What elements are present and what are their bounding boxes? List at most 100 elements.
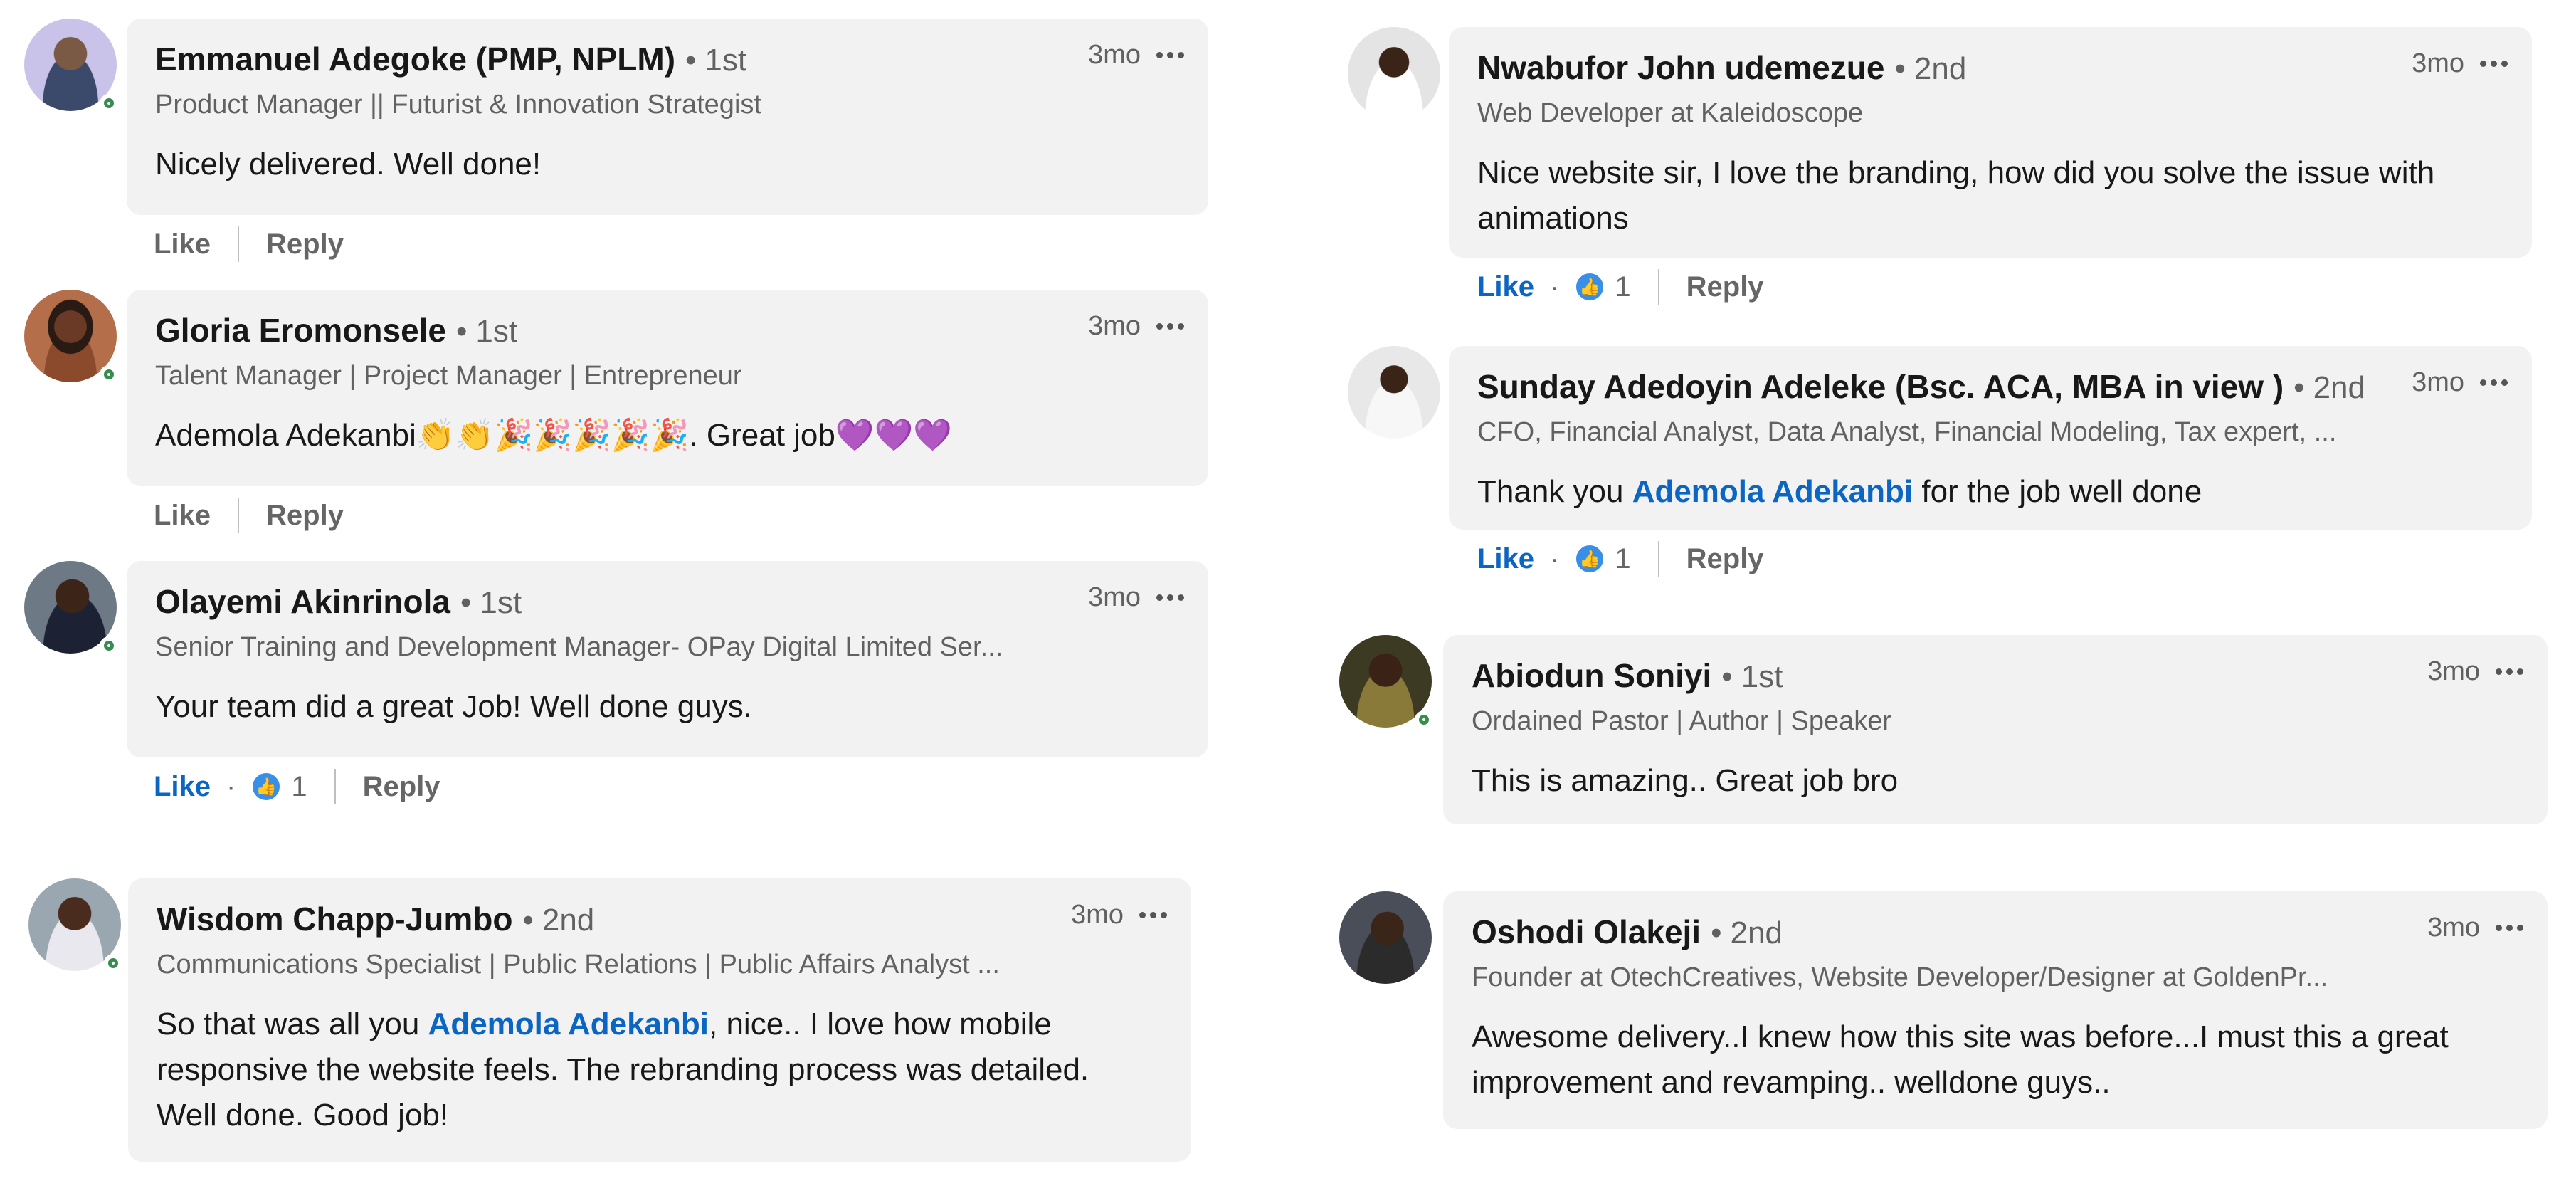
comment-text: Thank you Ademola Adekanbi for the job w… [1477,474,2202,509]
comment-bubble: Olayemi Akinrinola • 1st Senior Training … [127,561,1208,757]
more-options-icon[interactable] [2480,379,2508,386]
mention-link[interactable]: Ademola Adekanbi [1632,474,1913,509]
reactions-count[interactable]: 👍 1 [1575,271,1631,303]
online-status-icon [104,954,122,972]
comment-author[interactable]: Emmanuel Adegoke (PMP, NPLM) [155,40,675,78]
comment-bubble: Nwabufor John udemezue • 2nd Web Develope… [1449,27,2532,258]
author-headline: Senior Training and Development Manager-… [155,632,1003,662]
author-headline: Web Developer at Kaleidoscope [1477,98,1864,128]
like-button[interactable]: Like [154,500,211,532]
separator-dot: · [1550,271,1560,303]
reply-button[interactable]: Reply [1686,271,1764,303]
author-headline: Talent Manager | Project Manager | Entre… [155,361,742,391]
reply-button[interactable]: Reply [363,771,440,803]
comment-actions: Like · 👍 1 Reply [1477,269,1764,305]
comment-author[interactable]: Wisdom Chapp-Jumbo [157,900,512,938]
more-options-icon[interactable] [1156,52,1184,58]
connection-degree: • 1st [456,314,518,349]
comment-bubble: Sunday Adedoyin Adeleke (Bsc. ACA, MBA i… [1449,346,2532,530]
comment-actions: Like Reply [154,226,344,262]
reactions-count[interactable]: 👍 1 [251,771,307,803]
more-options-icon[interactable] [2496,668,2523,675]
online-status-icon [100,365,118,384]
like-button[interactable]: Like [1477,271,1534,303]
comment-bubble: Abiodun Soniyi • 1st Ordained Pastor | Au… [1443,635,2548,824]
more-options-icon[interactable] [1156,323,1184,330]
author-headline: CFO, Financial Analyst, Data Analyst, Fi… [1477,417,2337,447]
comment-author[interactable]: Nwabufor John udemezue [1477,48,1884,87]
comment-author[interactable]: Oshodi Olakeji [1472,913,1701,951]
comment-text: Nicely delivered. Well done! [155,147,542,182]
author-headline: Product Manager || Futurist & Innovation… [155,90,761,120]
comment-text: This is amazing.. Great job bro [1472,763,1899,798]
mention-link[interactable]: Ademola Adekanbi [428,1007,709,1041]
connection-degree: • 2nd [2293,370,2365,405]
more-options-icon[interactable] [1139,912,1167,918]
like-button[interactable]: Like [154,771,211,803]
avatar[interactable] [1348,346,1440,439]
comment-bubble: Oshodi Olakeji • 2nd Founder at OtechCrea… [1443,891,2548,1129]
more-options-icon[interactable] [2496,925,2523,931]
comment-timestamp: 3mo [2427,656,2480,686]
comment-author[interactable]: Gloria Eromonsele [155,311,446,350]
comment-timestamp: 3mo [2412,48,2464,78]
comment-author[interactable]: Abiodun Soniyi [1472,656,1711,695]
comment-bubble: Gloria Eromonsele • 1st Talent Manager | … [127,290,1208,486]
divider [238,498,240,533]
comment-bubble: Wisdom Chapp-Jumbo • 2nd Communications S… [128,878,1191,1162]
comment-timestamp: 3mo [1088,40,1141,70]
more-options-icon[interactable] [2480,61,2508,67]
reply-button[interactable]: Reply [266,229,344,261]
author-headline: Ordained Pastor | Author | Speaker [1472,706,1892,736]
avatar[interactable] [1339,635,1433,729]
online-status-icon [1415,710,1433,729]
more-options-icon[interactable] [1156,594,1184,601]
comment-author[interactable]: Sunday Adedoyin Adeleke (Bsc. ACA, MBA i… [1477,367,2284,406]
avatar[interactable] [1348,27,1440,120]
comment-timestamp: 3mo [2427,913,2480,943]
comment-text: So that was all you Ademola Adekanbi, ni… [157,1007,1089,1133]
comment-author[interactable]: Olayemi Akinrinola [155,582,450,621]
connection-degree: • 1st [685,43,747,78]
author-headline: Founder at OtechCreatives, Website Devel… [1472,962,2328,992]
like-reaction-icon: 👍 [1575,272,1605,302]
comment-text: Awesome delivery..I knew how this site w… [1472,1019,2449,1100]
online-status-icon [100,636,118,655]
divider [1657,541,1659,577]
divider [1657,269,1659,305]
separator-dot: · [1550,542,1560,574]
comment-timestamp: 3mo [1088,311,1141,341]
like-reaction-icon: 👍 [1575,544,1605,574]
like-button[interactable]: Like [154,229,211,261]
avatar[interactable] [28,878,122,972]
comment-actions: Like · 👍 1 Reply [1477,541,1764,577]
comment-timestamp: 3mo [1088,582,1141,612]
reply-button[interactable]: Reply [266,500,344,532]
comment-text: Your team did a great Job! Well done guy… [155,689,752,724]
avatar[interactable] [1339,891,1432,984]
like-button[interactable]: Like [1477,543,1534,575]
like-reaction-icon: 👍 [251,772,282,802]
comment-timestamp: 3mo [2412,367,2464,397]
connection-degree: • 2nd [1894,51,1967,86]
avatar[interactable] [24,290,118,384]
connection-degree: • 1st [1721,659,1783,694]
connection-degree: • 2nd [522,903,595,938]
reply-button[interactable]: Reply [1686,543,1764,575]
author-headline: Communications Specialist | Public Relat… [157,950,1000,980]
separator-dot: · [226,770,236,802]
avatar[interactable] [24,561,118,655]
divider [334,769,336,804]
comment-text: Nice website sir, I love the branding, h… [1477,155,2435,236]
comment-actions: Like · 👍 1 Reply [154,769,440,804]
comment-actions: Like Reply [154,498,344,533]
online-status-icon [100,94,118,112]
comment-timestamp: 3mo [1071,900,1124,930]
reactions-count[interactable]: 👍 1 [1575,543,1631,575]
divider [238,226,240,262]
comment-text: Ademola Adekanbi👏👏🎉🎉🎉🎉🎉. Great job💜💜💜 [155,418,953,453]
avatar[interactable] [24,19,118,112]
connection-degree: • 2nd [1711,915,1783,950]
connection-degree: • 1st [460,585,522,620]
comment-bubble: Emmanuel Adegoke (PMP, NPLM) • 1st Produc… [127,19,1208,215]
